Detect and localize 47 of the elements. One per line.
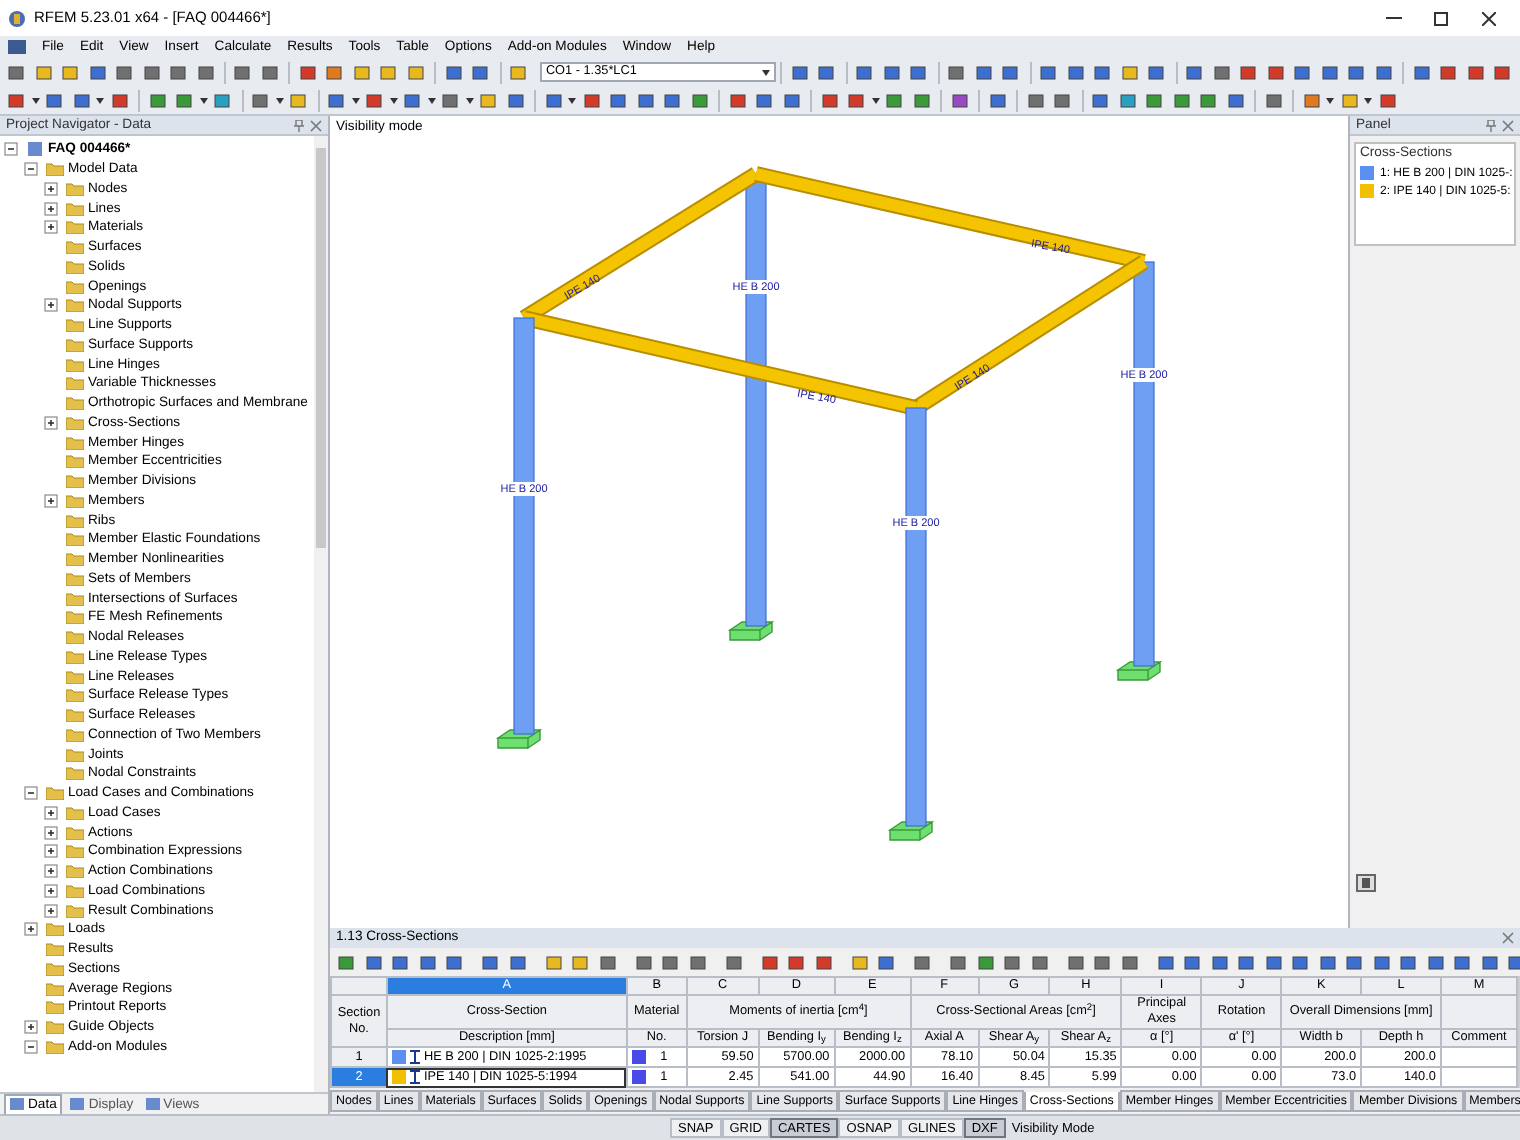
expand-icon[interactable] bbox=[44, 864, 58, 879]
expand-icon[interactable] bbox=[44, 201, 58, 216]
expand-icon[interactable] bbox=[44, 805, 58, 820]
dropdown-arrow-icon[interactable] bbox=[351, 97, 359, 103]
i-beam-icon bbox=[409, 1070, 420, 1084]
dropdown-arrow-icon[interactable] bbox=[31, 97, 39, 103]
expand-icon[interactable] bbox=[44, 903, 58, 918]
project-icon bbox=[26, 142, 44, 157]
dropdown-arrow-icon[interactable] bbox=[465, 97, 473, 103]
expand-icon[interactable] bbox=[44, 493, 58, 508]
expand-icon[interactable] bbox=[24, 1020, 38, 1035]
expand-icon[interactable] bbox=[44, 883, 58, 898]
collapse-icon[interactable] bbox=[24, 1039, 38, 1054]
maximize-icon[interactable] bbox=[1434, 11, 1448, 25]
material-swatch bbox=[631, 1070, 646, 1084]
app-icon bbox=[8, 9, 26, 27]
tab-icon bbox=[70, 1098, 85, 1110]
dropdown-arrow-icon[interactable] bbox=[1326, 97, 1334, 103]
dropdown-arrow-icon[interactable] bbox=[871, 97, 879, 103]
expand-icon[interactable] bbox=[44, 844, 58, 859]
collapse-icon[interactable] bbox=[4, 142, 18, 157]
material-swatch bbox=[631, 1050, 646, 1064]
collapse-icon[interactable] bbox=[24, 786, 38, 801]
dropdown-arrow-icon[interactable] bbox=[427, 97, 435, 103]
pin-icon[interactable] bbox=[294, 119, 304, 131]
pin-icon[interactable] bbox=[1486, 119, 1496, 131]
collapse-icon[interactable] bbox=[24, 162, 38, 177]
dropdown-arrow-icon[interactable] bbox=[199, 97, 207, 103]
expand-icon[interactable] bbox=[44, 181, 58, 196]
expand-icon[interactable] bbox=[44, 415, 58, 430]
panel-icon[interactable] bbox=[1356, 874, 1376, 892]
tab-icon bbox=[10, 1098, 24, 1110]
expand-icon[interactable] bbox=[24, 922, 38, 937]
expand-icon[interactable] bbox=[44, 220, 58, 235]
dropdown-arrow-icon[interactable] bbox=[761, 69, 770, 75]
dropdown-arrow-icon[interactable] bbox=[96, 97, 104, 103]
tab-icon bbox=[145, 1098, 160, 1110]
expand-icon[interactable] bbox=[44, 825, 58, 840]
dropdown-arrow-icon[interactable] bbox=[568, 97, 576, 103]
dropdown-arrow-icon[interactable] bbox=[389, 97, 397, 103]
dropdown-arrow-icon[interactable] bbox=[1364, 97, 1372, 103]
expand-icon[interactable] bbox=[44, 298, 58, 313]
scrollbar[interactable] bbox=[314, 136, 328, 1092]
close-icon[interactable] bbox=[1482, 11, 1496, 25]
i-beam-icon bbox=[409, 1050, 420, 1064]
scrollbar[interactable] bbox=[1518, 976, 1520, 1088]
dropdown-arrow-icon[interactable] bbox=[275, 97, 283, 103]
